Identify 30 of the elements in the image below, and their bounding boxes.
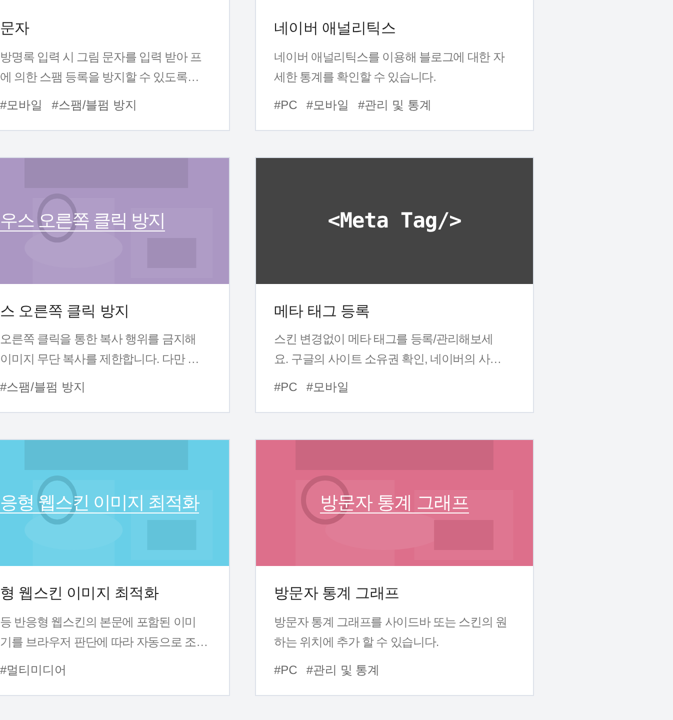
tag-link[interactable]: #멀티미디어 — [0, 660, 67, 678]
tag-link[interactable]: #PC — [274, 96, 298, 114]
description-line: 기를 브라우저 판단에 따라 자동으로 조… — [0, 634, 208, 650]
card-title[interactable]: 스 오른쪽 클릭 방지 — [0, 300, 229, 323]
card-title[interactable]: 네이버 애널리틱스 — [274, 18, 515, 40]
card-title[interactable]: 방문자 통계 그래프 — [274, 583, 515, 606]
description-line: 하는 위치에 추가 할 수 있습니다. — [274, 634, 440, 650]
description-line: 요. 구글의 사이트 소유권 확인, 네이버의 사… — [274, 351, 502, 368]
tag-link[interactable]: #PC — [274, 378, 298, 396]
description-line: 방문자 통계 그래프를 사이드바 또는 스킨의 원 — [274, 614, 508, 630]
description-line: 이미지 무단 복사를 제한합니다. 다만 … — [0, 351, 200, 368]
card-title[interactable]: 메타 태그 등록 — [274, 300, 515, 323]
tag-link[interactable]: #스팸/블펌 방지 — [0, 378, 86, 396]
tag-link[interactable]: #PC — [274, 660, 298, 678]
description-line: 방명록 입력 시 그림 문자를 입력 받아 프 — [0, 48, 203, 66]
description-line: 세한 통계를 확인할 수 있습니다. — [274, 68, 437, 86]
tag-link[interactable]: #관리 및 통계 — [358, 96, 432, 114]
description-line: 스킨 변경없이 메타 태그를 등록/관리해보세 — [274, 331, 494, 348]
description-line: 네이버 애널리틱스를 이용해 블로그에 대한 자 — [274, 48, 506, 66]
card-title[interactable]: 문자 — [0, 18, 229, 40]
tag-link[interactable]: #모바일 — [0, 96, 43, 114]
description-line: 등 반응형 웹스킨의 본문에 포함된 이미 — [0, 614, 198, 630]
description-line: 에 의한 스팸 등록을 방지할 수 있도록… — [0, 68, 200, 86]
banner-title: <Meta Tag/> — [326, 206, 462, 234]
card-title[interactable]: 형 웹스킨 이미지 최적화 — [0, 583, 229, 606]
tag-link[interactable]: #스팸/블펌 방지 — [52, 96, 138, 114]
tag-link[interactable]: #모바일 — [306, 96, 350, 114]
tag-link[interactable]: #관리 및 통계 — [306, 660, 380, 678]
description-line: 오른쪽 클릭을 통한 복사 행위를 금지해 — [0, 331, 198, 348]
tag-link[interactable]: #모바일 — [306, 378, 350, 396]
